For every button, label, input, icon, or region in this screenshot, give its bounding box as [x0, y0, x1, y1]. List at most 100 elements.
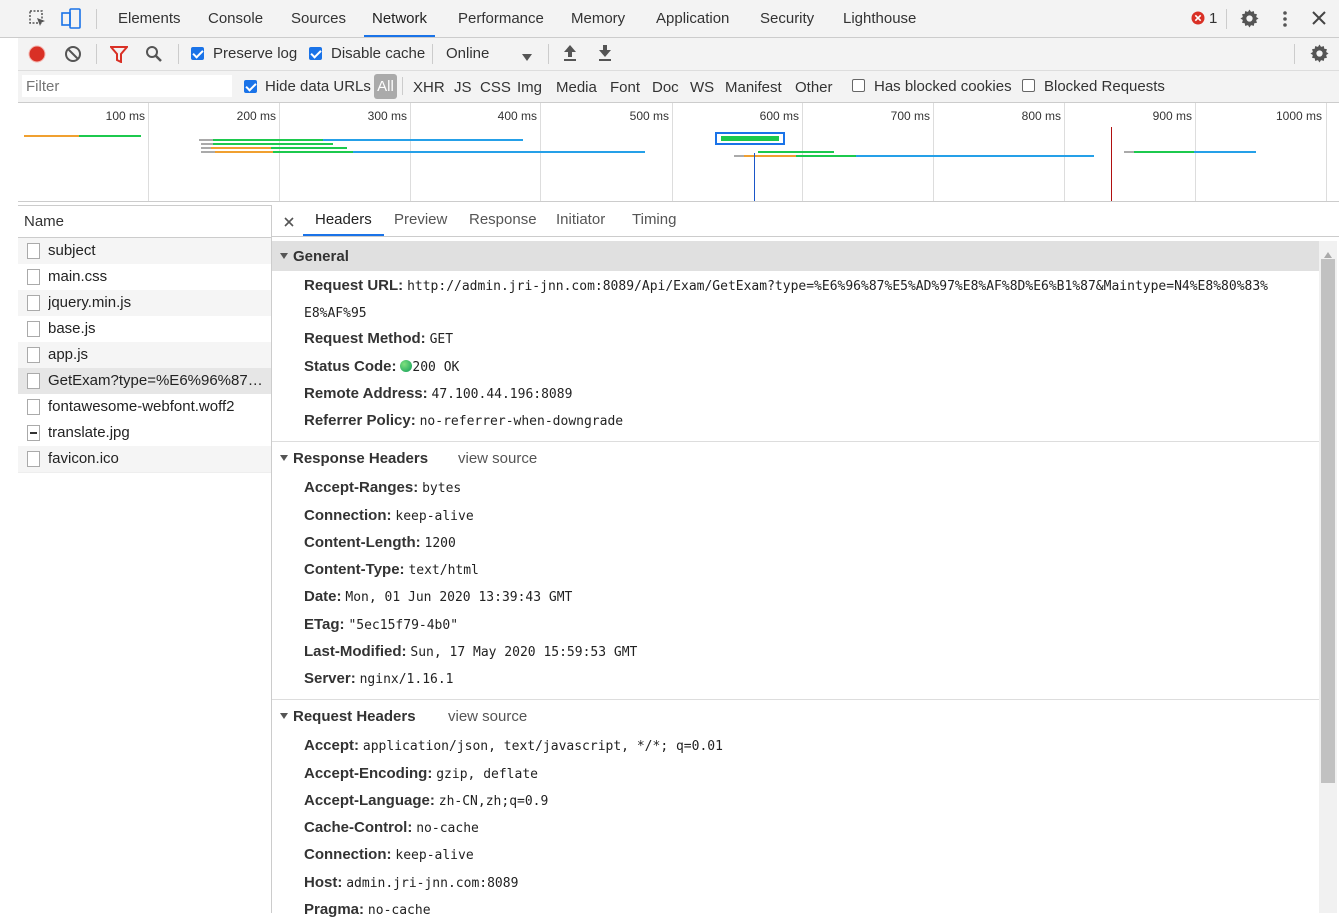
header-row: Accept: application/json, text/javascrip… [304, 737, 723, 754]
document-icon [27, 451, 40, 467]
search-icon[interactable] [145, 45, 163, 66]
type-filter-css[interactable]: CSS [480, 79, 511, 96]
timing-bar [758, 151, 834, 153]
tab-performance[interactable]: Performance [458, 0, 544, 37]
header-row: Accept-Language: zh-CN,zh;q=0.9 [304, 792, 548, 809]
hide-data-urls-checkbox[interactable] [244, 80, 257, 93]
clear-icon[interactable] [64, 45, 82, 66]
general-section-header[interactable]: General [272, 241, 1319, 271]
header-row: Pragma: no-cache [304, 901, 431, 918]
selected-request-bar[interactable] [715, 132, 785, 145]
close-details-icon[interactable] [284, 214, 294, 230]
section-divider [272, 441, 1319, 442]
request-row[interactable]: base.js [18, 316, 271, 342]
details-tabbar: Headers Preview Response Initiator Timin… [272, 205, 1339, 237]
tab-headers[interactable]: Headers [303, 205, 384, 236]
header-value: E8%AF%95 [304, 306, 367, 321]
close-devtools-icon[interactable] [1312, 11, 1326, 28]
tab-elements[interactable]: Elements [118, 0, 181, 37]
has-blocked-cookies-checkbox[interactable] [852, 79, 865, 92]
tab-memory[interactable]: Memory [571, 0, 625, 37]
tick-label: 600 ms [759, 109, 799, 123]
type-filter-doc[interactable]: Doc [652, 79, 679, 96]
tab-sources[interactable]: Sources [291, 0, 346, 37]
export-har-icon[interactable] [598, 44, 612, 65]
type-filter-manifest[interactable]: Manifest [725, 79, 782, 96]
tab-timing[interactable]: Timing [632, 205, 676, 236]
type-filter-xhr[interactable]: XHR [413, 79, 445, 96]
tab-headers-label: Headers [315, 211, 372, 228]
filter-input[interactable] [22, 75, 232, 97]
tick-label: 800 ms [1021, 109, 1061, 123]
settings-gear-icon[interactable] [1240, 9, 1259, 31]
view-source-link[interactable]: view source [458, 450, 537, 467]
type-filter-all[interactable]: All [374, 74, 397, 99]
status-ok-dot-icon [400, 360, 413, 372]
tab-response[interactable]: Response [469, 205, 537, 236]
request-row[interactable]: app.js [18, 342, 271, 368]
network-toolbar: Preserve log Disable cache Online [18, 38, 1339, 71]
header-value: 1200 [424, 536, 456, 551]
throttling-select[interactable]: Online [446, 45, 489, 62]
request-name: favicon.ico [48, 450, 119, 467]
chevron-down-icon[interactable] [522, 49, 532, 65]
header-key: Content-Type: [304, 561, 405, 578]
type-filter-media[interactable]: Media [556, 79, 597, 96]
disable-cache-label: Disable cache [331, 45, 426, 62]
tab-application[interactable]: Application [656, 0, 729, 37]
request-row[interactable]: subject [18, 238, 271, 264]
filter-icon[interactable] [108, 46, 130, 66]
tab-console[interactable]: Console [208, 0, 263, 37]
type-filter-other[interactable]: Other [795, 79, 833, 96]
name-column-label: Name [24, 213, 65, 230]
request-name: main.css [48, 268, 108, 285]
request-row[interactable]: main.css [18, 264, 271, 290]
scrollbar-thumb[interactable] [1321, 259, 1335, 783]
disable-cache-checkbox[interactable] [309, 47, 322, 60]
tab-initiator[interactable]: Initiator [556, 205, 605, 236]
network-settings-gear-icon[interactable] [1310, 44, 1329, 66]
header-key: Request URL: [304, 277, 404, 294]
request-name: translate.jpg [48, 424, 130, 441]
record-button[interactable] [28, 45, 46, 66]
type-filter-ws[interactable]: WS [690, 79, 714, 96]
type-filter-js[interactable]: JS [454, 79, 472, 96]
details-scrollbar[interactable] [1319, 241, 1337, 913]
network-overview[interactable]: 100 ms 200 ms 300 ms 400 ms 500 ms 600 m… [18, 103, 1339, 202]
request-row[interactable]: jquery.min.js [18, 290, 271, 316]
request-row[interactable]: fontawesome-webfont.woff2 [18, 394, 271, 420]
request-row[interactable]: favicon.ico [18, 446, 271, 472]
import-har-icon[interactable] [563, 44, 577, 65]
image-thumb-line [30, 432, 37, 434]
tab-network[interactable]: Network [364, 0, 436, 37]
type-filter-img[interactable]: Img [517, 79, 542, 96]
response-headers-section-header[interactable]: Response Headers view source [272, 443, 1319, 473]
tab-preview[interactable]: Preview [394, 205, 447, 236]
request-row-selected[interactable]: GetExam?type=%E6%96%87%E5%AD%97%E8%AF%8D… [18, 368, 271, 394]
script-icon [27, 347, 40, 363]
tick-label: 200 ms [236, 109, 276, 123]
preserve-log-checkbox[interactable] [191, 47, 204, 60]
header-key: ETag: [304, 616, 345, 633]
device-toolbar-icon[interactable] [61, 8, 81, 33]
tab-lighthouse[interactable]: Lighthouse [843, 0, 916, 37]
view-source-link[interactable]: view source [448, 708, 527, 725]
header-key: Accept-Encoding: [304, 765, 433, 782]
request-headers-section-header[interactable]: Request Headers view source [272, 701, 1319, 731]
header-key: Date: [304, 588, 342, 605]
request-name: base.js [48, 320, 96, 337]
name-column-header[interactable]: Name [18, 205, 271, 238]
tab-security[interactable]: Security [760, 0, 814, 37]
timing-bar [211, 147, 271, 149]
inspect-element-icon[interactable] [29, 10, 47, 31]
expand-triangle-icon [280, 455, 288, 461]
blocked-requests-checkbox[interactable] [1022, 79, 1035, 92]
timing-bar [215, 151, 273, 153]
request-row[interactable]: translate.jpg [18, 420, 271, 446]
type-filter-font[interactable]: Font [610, 79, 640, 96]
more-options-icon[interactable] [1282, 10, 1288, 31]
tick-label: 300 ms [367, 109, 407, 123]
error-count-badge[interactable] [1191, 11, 1205, 28]
devtools-tabbar: Elements Console Sources Network Perform… [0, 0, 1339, 38]
header-key: Connection: [304, 507, 392, 524]
